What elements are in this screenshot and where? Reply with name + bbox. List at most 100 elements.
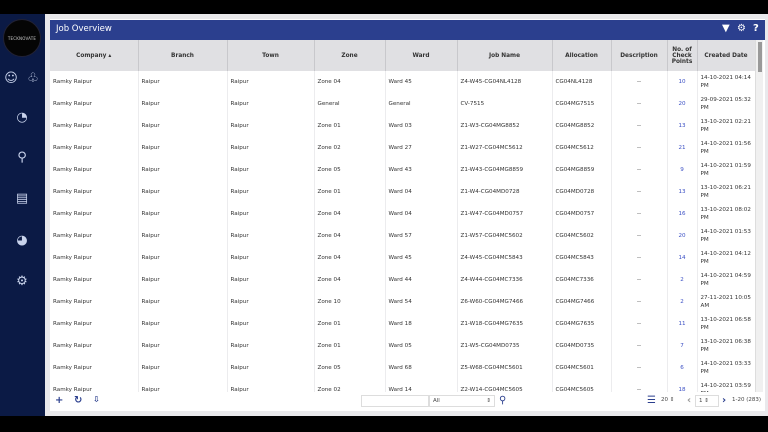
table-row[interactable]: Ramky Raipur Raipur Raipur Zone 10 Ward 54 Z6… bbox=[50, 291, 755, 313]
table-cell[interactable]: 20 bbox=[667, 93, 698, 115]
page-size-select[interactable]: 20 ⇕ bbox=[658, 395, 684, 407]
settings-icon[interactable]: ⚙ bbox=[14, 275, 30, 289]
company-logo[interactable]: TECKNOVATE bbox=[3, 19, 41, 57]
search-input[interactable] bbox=[361, 395, 429, 407]
table-cell: Zone 01 bbox=[314, 181, 386, 203]
table-row[interactable]: Ramky Raipur Raipur Raipur Zone 02 Ward 27 Z1… bbox=[50, 137, 755, 159]
column-header[interactable]: Branch bbox=[138, 40, 228, 71]
table-row[interactable]: Ramky Raipur Raipur Raipur Zone 01 Ward 03 Z1… bbox=[50, 115, 755, 137]
table-cell: CG04MC5843 bbox=[552, 247, 612, 269]
table-cell: Ramky Raipur bbox=[50, 181, 139, 203]
table-row[interactable]: Ramky Raipur Raipur Raipur Zone 04 Ward 45 Z4… bbox=[50, 247, 755, 269]
table-cell: 14-10-2021 04:12 PM bbox=[697, 247, 755, 269]
table-cell: Ramky Raipur bbox=[50, 247, 139, 269]
table-cell[interactable]: 2 bbox=[667, 269, 698, 291]
table-cell: Raipur bbox=[138, 71, 228, 93]
export-xls-icon[interactable]: ⇩ bbox=[93, 395, 100, 404]
table-row[interactable]: Ramky Raipur Raipur Raipur Zone 04 Ward 44 Z4… bbox=[50, 269, 755, 291]
table-cell[interactable]: 18 bbox=[667, 379, 698, 392]
column-header[interactable]: No. of Check Points bbox=[667, 40, 698, 71]
table-cell: CG04MG8859 bbox=[552, 159, 612, 181]
table-cell: Zone 04 bbox=[314, 203, 386, 225]
table-cell: Raipur bbox=[227, 159, 315, 181]
table-cell[interactable]: 6 bbox=[667, 357, 698, 379]
table-cell: Ramky Raipur bbox=[50, 71, 139, 93]
table-cell: 13-10-2021 06:38 PM bbox=[697, 335, 755, 357]
user-icon[interactable]: ☺ bbox=[3, 72, 19, 86]
table-cell: Z5-W68-CG04MC5601 bbox=[457, 357, 553, 379]
column-header[interactable]: Ward bbox=[385, 40, 458, 71]
table-cell[interactable]: 9 bbox=[667, 159, 698, 181]
pie-chart-icon[interactable]: ◕ bbox=[14, 234, 30, 248]
table-cell: Ramky Raipur bbox=[50, 357, 139, 379]
table-cell[interactable]: 10 bbox=[667, 71, 698, 93]
column-header[interactable]: Description bbox=[611, 40, 668, 71]
table-cell: 27-11-2021 10:05 AM bbox=[697, 291, 755, 313]
top-bar bbox=[0, 0, 768, 14]
table-cell: -- bbox=[611, 137, 668, 159]
bell-icon[interactable]: ♧ bbox=[25, 72, 41, 86]
table-cell: Zone 01 bbox=[314, 335, 386, 357]
table-row[interactable]: Ramky Raipur Raipur Raipur General General CV… bbox=[50, 93, 755, 115]
column-header[interactable]: Town bbox=[227, 40, 315, 71]
table-row[interactable]: Ramky Raipur Raipur Raipur Zone 01 Ward 04 Z1… bbox=[50, 181, 755, 203]
table-cell[interactable]: 14 bbox=[667, 247, 698, 269]
table-cell: Raipur bbox=[227, 203, 315, 225]
table-row[interactable]: Ramky Raipur Raipur Raipur Zone 05 Ward 43 Z1… bbox=[50, 159, 755, 181]
column-header[interactable]: Allocation bbox=[552, 40, 612, 71]
column-header[interactable]: Zone bbox=[314, 40, 386, 71]
table-cell: CG04MC5612 bbox=[552, 137, 612, 159]
table-cell: -- bbox=[611, 379, 668, 392]
table-cell[interactable]: 16 bbox=[667, 203, 698, 225]
document-icon[interactable]: ▤ bbox=[14, 192, 30, 206]
page-select[interactable]: 1 ⇕ bbox=[695, 395, 719, 407]
table-cell[interactable]: 13 bbox=[667, 115, 698, 137]
table-row[interactable]: Ramky Raipur Raipur Raipur Zone 04 Ward 45 Z4… bbox=[50, 71, 755, 93]
filter-select[interactable]: All ⇕ bbox=[429, 395, 495, 407]
refresh-icon[interactable]: ↻ bbox=[74, 395, 82, 406]
table-row[interactable]: Ramky Raipur Raipur Raipur Zone 01 Ward 05 Z1… bbox=[50, 335, 755, 357]
column-header[interactable]: Created Date bbox=[697, 40, 755, 71]
next-page-icon[interactable]: › bbox=[722, 395, 726, 406]
column-header[interactable]: Company ▴ bbox=[50, 40, 139, 71]
table-cell: Zone 02 bbox=[314, 137, 386, 159]
job-table: Company ▴ Branch Town Zone Ward Job Name Alloc… bbox=[50, 40, 755, 392]
job-overview-panel: Job Overview ▼ ⚙ ? Company ▴ Branch Town Zo… bbox=[50, 19, 765, 411]
table-cell[interactable]: 2 bbox=[667, 291, 698, 313]
settings-icon[interactable]: ⚙ bbox=[737, 23, 746, 34]
table-row[interactable]: Ramky Raipur Raipur Raipur Zone 02 Ward 14 Z2… bbox=[50, 379, 755, 392]
table-cell: Raipur bbox=[138, 137, 228, 159]
table-cell: Z4-W45-CG04NL4128 bbox=[457, 71, 553, 93]
filter-icon[interactable]: ▼ bbox=[722, 23, 730, 34]
table-cell[interactable]: 11 bbox=[667, 313, 698, 335]
table-cell: CG04MC5602 bbox=[552, 225, 612, 247]
scrollbar-thumb[interactable] bbox=[758, 42, 762, 72]
search-icon[interactable]: ⚲ bbox=[499, 395, 506, 406]
table-scrollbar[interactable] bbox=[755, 40, 763, 392]
table-cell[interactable]: 13 bbox=[667, 181, 698, 203]
dashboard-icon[interactable]: ◔ bbox=[14, 111, 30, 125]
prev-page-icon[interactable]: ‹ bbox=[687, 395, 691, 406]
table-row[interactable]: Ramky Raipur Raipur Raipur Zone 05 Ward 68 Z5… bbox=[50, 357, 755, 379]
table-cell: CG04NL4128 bbox=[552, 71, 612, 93]
table-row[interactable]: Ramky Raipur Raipur Raipur Zone 04 Ward 04 Z1… bbox=[50, 203, 755, 225]
table-cell: Ward 43 bbox=[385, 159, 458, 181]
table-row[interactable]: Ramky Raipur Raipur Raipur Zone 01 Ward 18 Z1… bbox=[50, 313, 755, 335]
table-cell: Ramky Raipur bbox=[50, 137, 139, 159]
table-cell: Ramky Raipur bbox=[50, 291, 139, 313]
add-icon[interactable]: + bbox=[55, 395, 63, 406]
table-cell: 14-10-2021 01:59 PM bbox=[697, 159, 755, 181]
table-cell: Raipur bbox=[138, 181, 228, 203]
table-row[interactable]: Ramky Raipur Raipur Raipur Zone 04 Ward 57 Z1… bbox=[50, 225, 755, 247]
table-cell[interactable]: 7 bbox=[667, 335, 698, 357]
table-cell: 29-09-2021 05:32 PM bbox=[697, 93, 755, 115]
table-cell: -- bbox=[611, 335, 668, 357]
table-cell[interactable]: 20 bbox=[667, 225, 698, 247]
table-cell: 13-10-2021 06:21 PM bbox=[697, 181, 755, 203]
location-badge-icon[interactable]: ⚲ bbox=[14, 151, 30, 165]
column-header[interactable]: Job Name bbox=[457, 40, 553, 71]
table-cell: Raipur bbox=[227, 379, 315, 392]
help-icon[interactable]: ? bbox=[753, 23, 759, 34]
page-size-icon: ☰ bbox=[647, 395, 656, 406]
table-cell[interactable]: 21 bbox=[667, 137, 698, 159]
